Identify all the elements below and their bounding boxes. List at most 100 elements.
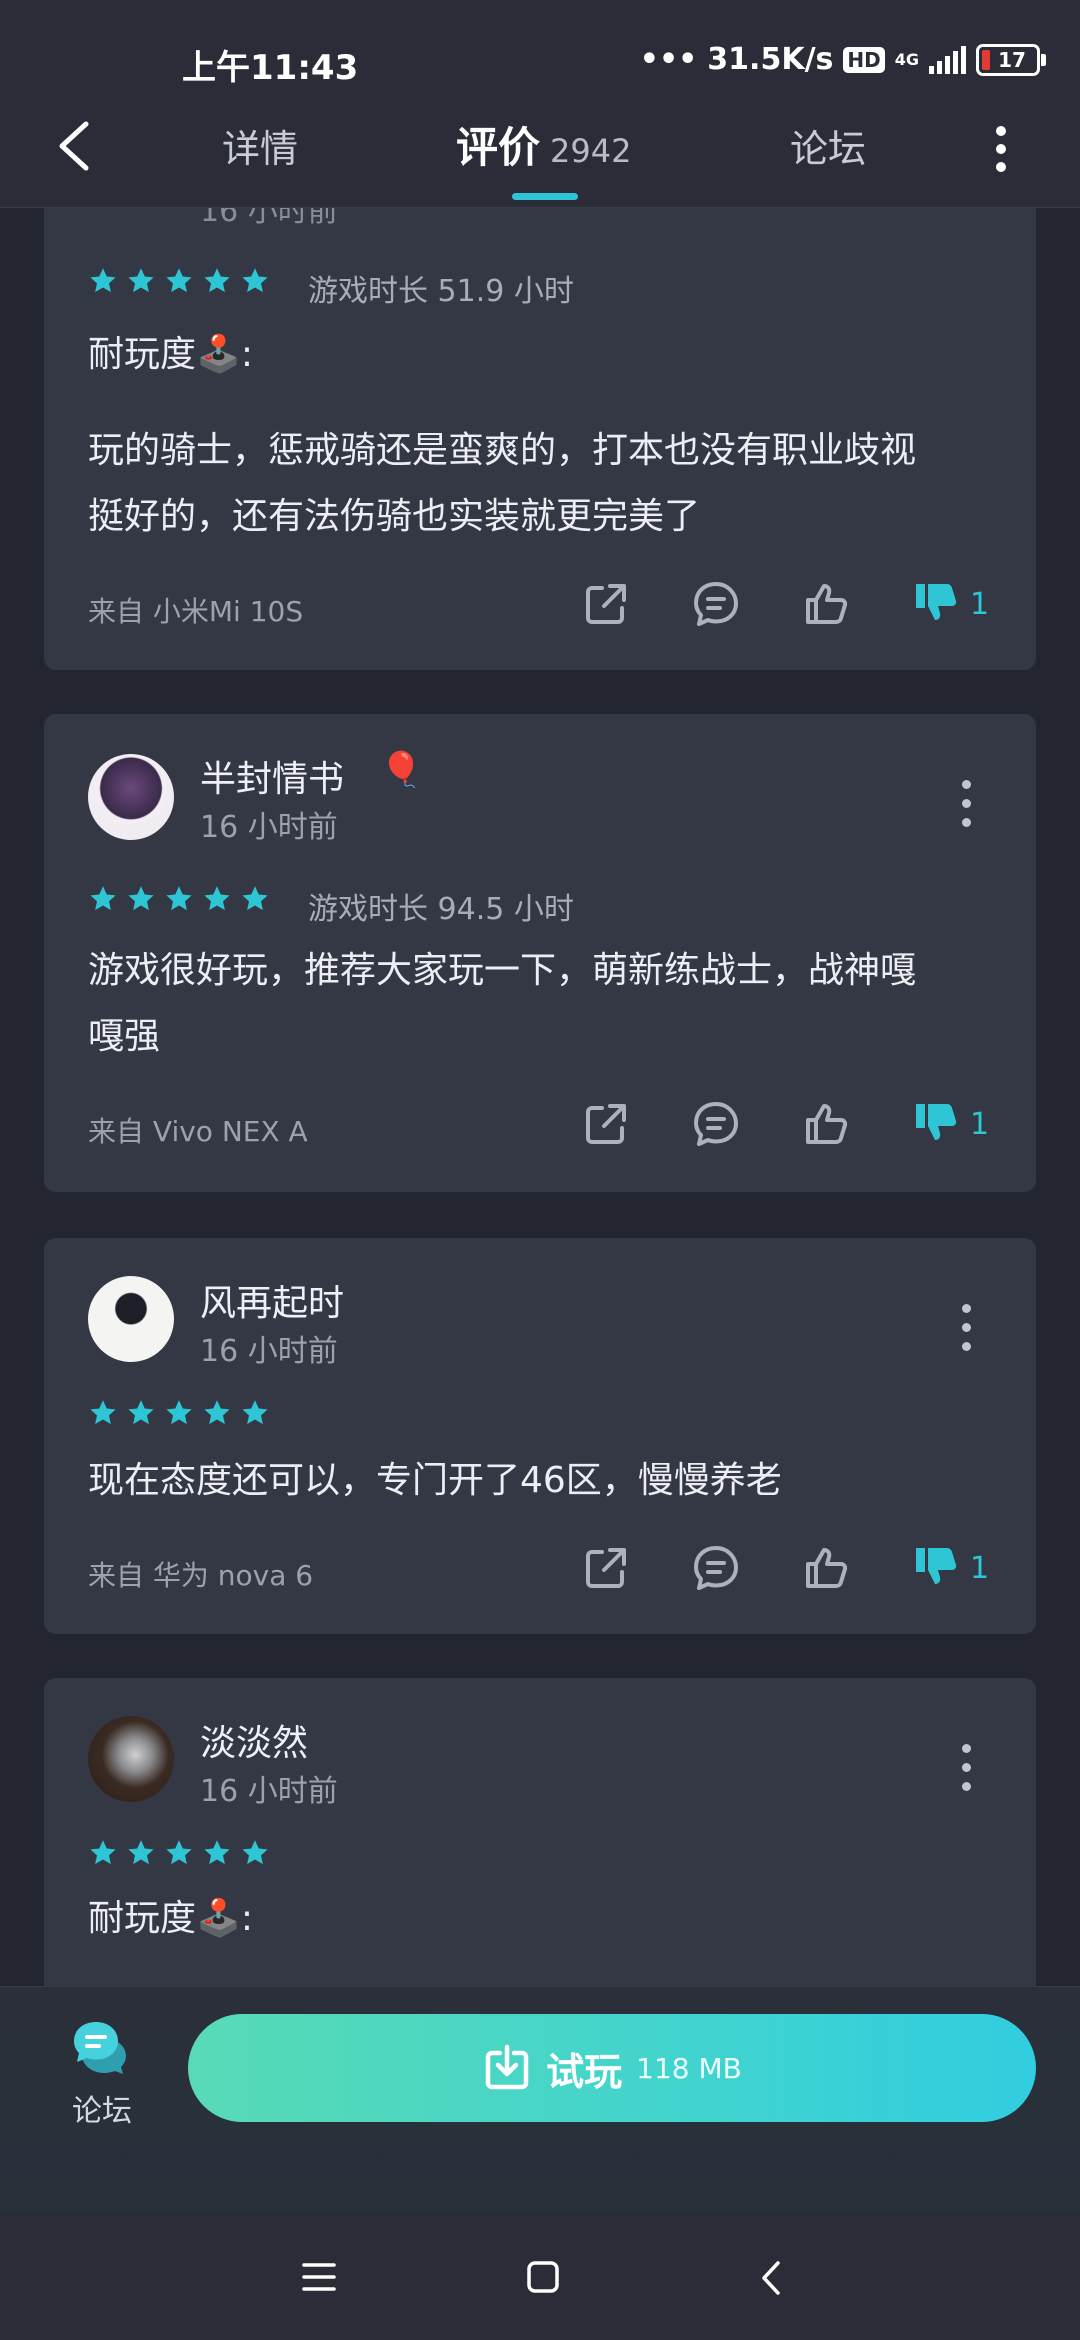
device-source: 来自 Vivo NEX A (88, 1115, 308, 1148)
review-more-button[interactable] (962, 1304, 972, 1352)
star-rating: 游戏时长 51.9 小时 (88, 266, 574, 310)
star-icon (166, 1840, 192, 1865)
review-actions: 1 (580, 1542, 989, 1594)
content-line: 耐玩度🕹️: (88, 334, 253, 375)
thumbs-down-icon[interactable] (910, 1542, 962, 1594)
review-card[interactable]: 半封情书 🎈 16 小时前 游戏时长 94.5 小时 游戏很好玩，推荐大家玩一下… (44, 714, 1036, 1192)
review-time: 16 小时前 (200, 1334, 338, 1369)
battery-icon: 17 (976, 43, 1046, 76)
share-icon[interactable] (580, 578, 632, 630)
star-icon (128, 268, 154, 293)
star-rating: 游戏时长 94.5 小时 (88, 884, 574, 928)
content-line: 耐玩度🕹️: (88, 1898, 253, 1939)
device-source: 来自 华为 nova 6 (88, 1559, 314, 1592)
star-icon (242, 268, 268, 293)
review-more-button[interactable] (962, 780, 972, 828)
username[interactable]: 淡淡然 (200, 1714, 308, 1766)
app-header: 上午11:43 ••• 31.5K/s HD 4G 17 详情 评价 2942 论… (0, 0, 1080, 208)
star-rating (88, 1398, 270, 1428)
star-icon (128, 1400, 154, 1425)
hd-badge: HD (843, 46, 885, 73)
more-icon[interactable] (996, 124, 1008, 174)
review-content: 游戏很好玩，推荐大家玩一下，萌新练战士，战神嘎 嘎强 (88, 938, 988, 1070)
content-line: 玩的骑士，惩戒骑还是蛮爽的，打本也没有职业歧视 (88, 430, 917, 471)
trial-play-button[interactable]: 试玩 118 MB (188, 2014, 1036, 2122)
avatar[interactable] (88, 754, 174, 840)
dislike-count: 1 (970, 586, 990, 622)
forum-label[interactable]: 论坛 (72, 2086, 132, 2130)
menu-icon[interactable] (302, 2262, 336, 2292)
playtime: 游戏时长 51.9 小时 (308, 274, 574, 309)
star-icon (204, 1840, 230, 1865)
star-icon (90, 1400, 116, 1425)
thumbs-up-icon[interactable] (800, 1542, 852, 1594)
username[interactable]: 半封情书 (200, 750, 344, 802)
active-tab-indicator (512, 193, 578, 200)
content-line: 挺好的，还有法伤骑也实装就更完美了 (88, 496, 701, 537)
star-rating (88, 1838, 270, 1868)
device-source: 来自 小米Mi 10S (88, 595, 304, 628)
star-icon (90, 886, 116, 911)
star-icon (90, 268, 116, 293)
trial-size: 118 MB (636, 2051, 742, 2085)
system-nav-bar (0, 2212, 1080, 2340)
review-actions: 1 (580, 578, 989, 630)
star-icon (166, 886, 192, 911)
content-line: 现在态度还可以，专门开了46区，慢慢养老 (88, 1460, 782, 1501)
avatar[interactable] (88, 1276, 174, 1362)
network-type: 4G (894, 49, 919, 69)
review-content: 耐玩度🕹️: (88, 1886, 988, 1952)
tab-reviews[interactable]: 评价 2942 (456, 114, 631, 175)
dots-icon: ••• (639, 42, 698, 77)
balloon-badge-icon: 🎈 (380, 750, 423, 790)
share-icon[interactable] (580, 1098, 632, 1150)
share-icon[interactable] (580, 1542, 632, 1594)
tab-reviews-label: 评价 (456, 123, 541, 172)
review-card[interactable]: 淡淡然 16 小时前 耐玩度🕹️: (44, 1678, 1036, 2008)
star-icon (204, 1400, 230, 1425)
net-speed: 31.5K/s (707, 42, 834, 77)
star-icon (204, 268, 230, 293)
avatar[interactable] (88, 1716, 174, 1802)
download-icon (485, 2044, 529, 2090)
star-icon (242, 1400, 268, 1425)
review-count: 2942 (550, 132, 632, 170)
dislike-count: 1 (970, 1550, 990, 1586)
nav-back-icon[interactable] (760, 2260, 782, 2296)
tab-details[interactable]: 详情 (222, 118, 298, 173)
username[interactable]: 风再起时 (200, 1274, 344, 1326)
tab-forum[interactable]: 论坛 (790, 118, 866, 173)
back-icon[interactable] (56, 120, 92, 172)
signal-icon (929, 45, 966, 74)
review-content: 现在态度还可以，专门开了46区，慢慢养老 (88, 1448, 988, 1514)
home-icon[interactable] (526, 2260, 560, 2294)
playtime: 游戏时长 94.5 小时 (308, 892, 574, 927)
review-time: 16 小时前 (200, 1774, 338, 1809)
status-time: 上午11:43 (182, 48, 359, 88)
thumbs-up-icon[interactable] (800, 1098, 852, 1150)
review-actions: 1 (580, 1098, 989, 1150)
thumbs-down-icon[interactable] (910, 1098, 962, 1150)
star-icon (166, 268, 192, 293)
forum-icon[interactable] (70, 2018, 130, 2076)
content-line: 游戏很好玩，推荐大家玩一下，萌新练战士，战神嘎 (88, 950, 917, 991)
thumbs-down-icon[interactable] (910, 578, 962, 630)
comment-icon[interactable] (690, 1542, 742, 1594)
content-line: 嘎强 (88, 1016, 161, 1057)
trial-label: 试玩 (546, 2049, 623, 2094)
star-icon (242, 886, 268, 911)
status-indicators: ••• 31.5K/s HD 4G 17 (639, 42, 1046, 77)
review-card[interactable]: 风再起时 16 小时前 现在态度还可以，专门开了46区，慢慢养老 来自 华为 n… (44, 1238, 1036, 1634)
thumbs-up-icon[interactable] (800, 578, 852, 630)
star-icon (204, 886, 230, 911)
review-content: 耐玩度🕹️: 玩的骑士，惩戒骑还是蛮爽的，打本也没有职业歧视 挺好的，还有法伤骑… (88, 322, 988, 550)
star-icon (242, 1840, 268, 1865)
review-more-button[interactable] (962, 1744, 972, 1792)
comment-icon[interactable] (690, 578, 742, 630)
star-icon (128, 886, 154, 911)
review-time: 16 小时前 (200, 810, 338, 845)
star-icon (90, 1840, 116, 1865)
dislike-count: 1 (970, 1106, 990, 1142)
battery-level: 17 (998, 47, 1026, 72)
comment-icon[interactable] (690, 1098, 742, 1150)
